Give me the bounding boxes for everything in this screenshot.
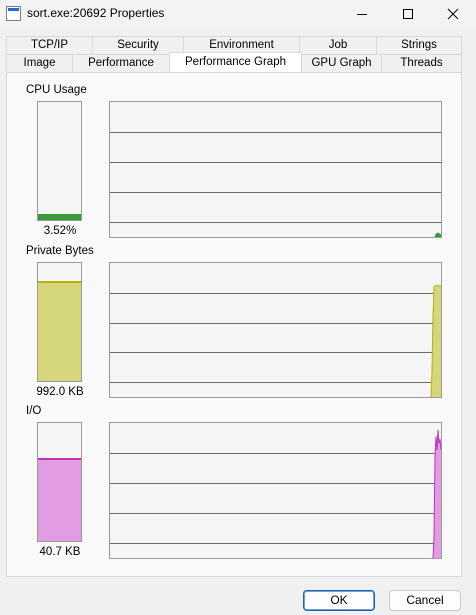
- tab-threads[interactable]: Threads: [381, 54, 462, 72]
- minimize-button[interactable]: [339, 0, 385, 28]
- io-meter: [37, 422, 82, 542]
- private-bytes-meter-fill: [38, 281, 81, 381]
- close-button[interactable]: [430, 0, 476, 28]
- close-icon: [447, 8, 459, 20]
- tab-job[interactable]: Job: [299, 36, 377, 54]
- private-bytes-value: 992.0 KB: [36, 386, 84, 398]
- cpu-usage-value: 3.52%: [43, 225, 77, 237]
- minimize-icon: [357, 14, 367, 15]
- cpu-usage-meter: [37, 101, 82, 221]
- private-bytes-label: Private Bytes: [26, 245, 94, 257]
- private-bytes-graph: [109, 262, 442, 398]
- cpu-usage-graph: [109, 101, 442, 238]
- tab-row-lower: Image Performance Performance Graph GPU …: [6, 52, 462, 72]
- maximize-icon: [403, 9, 413, 19]
- cpu-usage-label: CPU Usage: [26, 84, 87, 96]
- io-label: I/O: [26, 405, 42, 417]
- title-bar: sort.exe:20692 Properties: [0, 0, 476, 28]
- cancel-button[interactable]: Cancel: [389, 590, 461, 611]
- window-app-icon: [6, 6, 21, 21]
- maximize-button[interactable]: [385, 0, 431, 28]
- cpu-usage-meter-fill: [38, 213, 81, 220]
- tab-tcpip[interactable]: TCP/IP: [6, 36, 93, 54]
- io-meter-fill: [38, 457, 81, 541]
- tab-image[interactable]: Image: [6, 54, 73, 72]
- tab-strings[interactable]: Strings: [376, 36, 462, 54]
- private-bytes-meter: [37, 262, 82, 382]
- tab-gpu-graph[interactable]: GPU Graph: [301, 54, 382, 72]
- io-value: 40.7 KB: [39, 546, 81, 558]
- window-title: sort.exe:20692 Properties: [27, 6, 165, 20]
- ok-button[interactable]: OK: [303, 590, 375, 611]
- tab-performance-graph[interactable]: Performance Graph: [169, 52, 302, 72]
- tab-performance[interactable]: Performance: [72, 54, 170, 72]
- io-graph: [109, 422, 442, 559]
